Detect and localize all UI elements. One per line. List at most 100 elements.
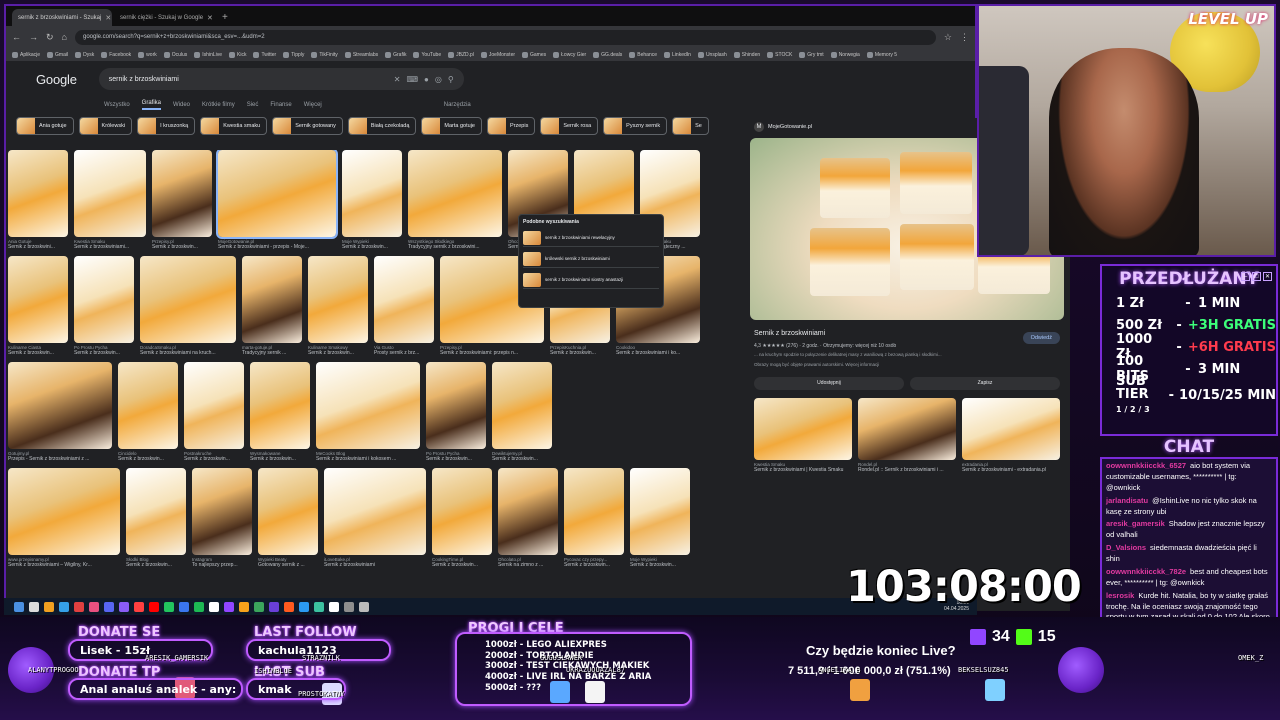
bookmark-item[interactable]: work: [138, 51, 157, 58]
back-icon[interactable]: ←: [12, 32, 21, 42]
filter-chip[interactable]: Ania gotuje: [16, 117, 74, 135]
result-thumbnail[interactable]: [324, 468, 426, 555]
close-tab-icon[interactable]: ✕: [105, 14, 111, 22]
taskbar-app-icon[interactable]: [194, 601, 204, 612]
result-thumbnail[interactable]: [8, 362, 112, 449]
image-result[interactable]: Kulinarne Ciasta Sernik z brzoskwin...: [8, 256, 68, 356]
image-result[interactable]: Ohcolato.pl Sernik na zimno z ...: [498, 468, 558, 568]
related-image[interactable]: extradania.pl Sernik z brzoskwiniami - ex…: [962, 397, 1060, 473]
search-box[interactable]: sernik z brzoskwiniami ✕ ⌨ ● ◎ ⚲: [98, 68, 464, 90]
related-item[interactable]: sernik z brzoskwiniami rewelacyjny: [523, 229, 659, 247]
bookmark-item[interactable]: TikFinity: [311, 51, 338, 58]
chat-username[interactable]: jarlandisatu: [1106, 496, 1148, 505]
image-result[interactable]: Wszystkiego Słodkiego Tradycyjny sernik z…: [408, 150, 502, 250]
taskbar-app-icon[interactable]: [59, 601, 69, 612]
result-thumbnail[interactable]: [492, 362, 552, 449]
result-thumbnail[interactable]: [432, 468, 492, 555]
bookmark-item[interactable]: GG.deals: [593, 51, 622, 58]
filter-chip[interactable]: Królewski: [78, 117, 133, 135]
tab-finance[interactable]: Finanse: [270, 102, 291, 108]
bookmark-item[interactable]: Oculus: [163, 51, 187, 58]
bookmark-item[interactable]: Streamlabs: [344, 51, 378, 58]
result-thumbnail[interactable]: [8, 150, 68, 237]
bookmark-item[interactable]: Unsplash: [697, 51, 727, 58]
bookmark-item[interactable]: YouTube: [413, 51, 441, 58]
image-result[interactable]: Wysmakowane Sernik z brzoskwin...: [250, 362, 310, 462]
taskbar-app-icon[interactable]: [314, 601, 324, 612]
chat-username[interactable]: oowwnnkkiicckk_6527: [1106, 461, 1186, 470]
result-thumbnail[interactable]: [216, 150, 338, 239]
result-thumbnail[interactable]: [426, 362, 486, 449]
image-result[interactable]: Via Gusto Prosty sernik z brz...: [374, 256, 434, 356]
bookmark-item[interactable]: JBZD.pl: [448, 51, 474, 58]
taskbar-app-icon[interactable]: [269, 601, 279, 612]
taskbar-app-icon[interactable]: [14, 601, 24, 612]
image-result[interactable]: Po Prostu Pycha Sernik z brzoskwin...: [426, 362, 486, 462]
keyboard-icon[interactable]: ⌨: [407, 75, 419, 84]
new-tab-icon[interactable]: +: [216, 9, 234, 26]
taskbar-app-icon[interactable]: [299, 601, 309, 612]
tab-inactive[interactable]: sernik ciężki - Szukaj w Google ✕: [114, 9, 214, 26]
visit-button[interactable]: Odwiedź: [1022, 332, 1060, 344]
image-result[interactable]: Pycovac czy przepy... Sernik z brzoskwin.…: [564, 468, 624, 568]
bookmark-item[interactable]: Grafik: [385, 51, 406, 58]
related-image[interactable]: Rondel.pl Rondel.pl :: Sernik z brzoskwin…: [858, 397, 956, 473]
image-result[interactable]: Cincidelo Sernik z brzoskwin...: [118, 362, 178, 462]
filter-chip[interactable]: Kwestia smaku: [200, 117, 268, 135]
bookmark-item[interactable]: Aplikacje: [12, 51, 40, 58]
result-thumbnail[interactable]: [74, 150, 146, 237]
image-result[interactable]: www.przepisnamy.pl Sernik z brzoskwiniami…: [8, 468, 120, 568]
taskbar-app-icon[interactable]: [179, 601, 189, 612]
star-icon[interactable]: ☆: [944, 32, 952, 43]
taskbar-app-icon[interactable]: [224, 601, 234, 612]
result-thumbnail[interactable]: [308, 256, 368, 343]
taskbar-app-icon[interactable]: [74, 601, 84, 612]
image-result[interactable]: DoradcaSmaku.pl Sernik z brzoskwiniami na…: [140, 256, 236, 356]
bookmark-item[interactable]: Norwegia: [830, 51, 860, 58]
filter-chip[interactable]: Se: [672, 117, 709, 135]
taskbar-app-icon[interactable]: [104, 601, 114, 612]
result-thumbnail[interactable]: [342, 150, 402, 237]
bookmark-item[interactable]: Games: [522, 51, 546, 58]
image-result[interactable]: Moje Wypieki Sernik z brzoskwin...: [342, 150, 402, 250]
image-result[interactable]: Kwestia Smaku Sernik z brzoskwiniami...: [74, 150, 146, 250]
image-result[interactable]: MojeGotowanie.pl Sernik z brzoskwiniami -…: [216, 150, 338, 250]
taskbar-app-icon[interactable]: [119, 601, 129, 612]
result-thumbnail[interactable]: [184, 362, 244, 449]
chat-username[interactable]: lesrosik: [1106, 591, 1134, 600]
bookmark-item[interactable]: Tipply: [283, 51, 304, 58]
image-result[interactable]: iLoveBake.pl Sernik z brzoskwiniami: [324, 468, 426, 568]
taskbar-app-icon[interactable]: [254, 601, 264, 612]
image-result[interactable]: Postnakruche Sernik z brzoskwin...: [184, 362, 244, 462]
tab-active[interactable]: sernik z brzoskwiniami - Szukaj ✕: [12, 9, 112, 26]
filter-chip[interactable]: Sernik rosa: [540, 117, 599, 135]
taskbar-app-icon[interactable]: [89, 601, 99, 612]
forward-icon[interactable]: →: [29, 32, 38, 42]
filter-chip[interactable]: Pyszny sernik: [603, 117, 668, 135]
result-thumbnail[interactable]: [126, 468, 186, 555]
bookmark-item[interactable]: Behance: [629, 51, 657, 58]
search-input[interactable]: sernik z brzoskwiniami: [109, 76, 388, 83]
result-thumbnail[interactable]: [242, 256, 302, 343]
taskbar-app-icon[interactable]: [149, 601, 159, 612]
tab-all[interactable]: Wszystko: [104, 102, 130, 108]
image-result[interactable]: Dewiktujemy.pl Sernik z brzoskwin...: [492, 362, 552, 462]
result-thumbnail[interactable]: [118, 362, 178, 449]
search-icon[interactable]: ⚲: [448, 75, 454, 84]
image-result[interactable]: CookingTime.pl Sernik z brzoskwin...: [432, 468, 492, 568]
lens-icon[interactable]: ◎: [435, 75, 442, 84]
share-button[interactable]: Udostępnij: [754, 376, 904, 390]
copyright-note[interactable]: Obrazy mogą być objęte prawami autorskim…: [744, 359, 1070, 369]
image-result[interactable]: Po Prostu Pycha Sernik z brzoskwin...: [74, 256, 134, 356]
home-icon[interactable]: ⌂: [62, 32, 67, 42]
filter-chip[interactable]: Białą czekoladą: [347, 117, 417, 135]
image-result[interactable]: MeCooks Blog Sernik z brzoskwiniami i kok…: [316, 362, 420, 462]
related-image[interactable]: Kwestia Smaku Sernik z brzoskwiniami | Kw…: [754, 397, 852, 473]
taskbar-app-icon[interactable]: [29, 601, 39, 612]
result-thumbnail[interactable]: [408, 150, 502, 237]
taskbar-app-icon[interactable]: [284, 601, 294, 612]
image-result[interactable]: Kulinarne Smakowy Sernik z brzoskwin...: [308, 256, 368, 356]
bookmark-item[interactable]: Facebook: [101, 51, 131, 58]
filter-chip[interactable]: Przepis: [486, 117, 536, 135]
tab-short-videos[interactable]: Krótkie filmy: [202, 102, 235, 108]
